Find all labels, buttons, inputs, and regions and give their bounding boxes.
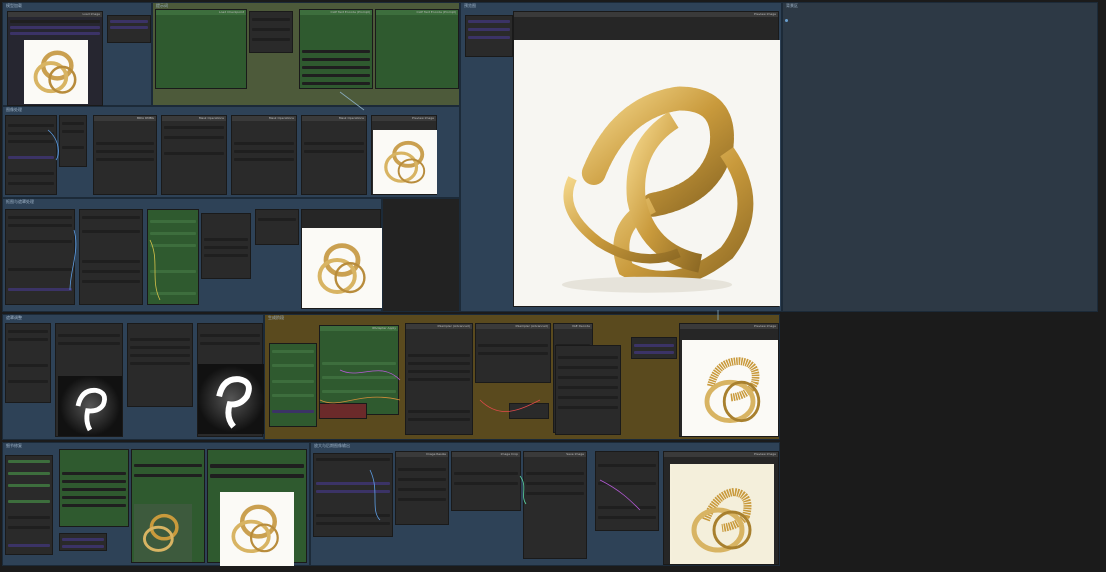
link-wires (47, 91, 719, 521)
